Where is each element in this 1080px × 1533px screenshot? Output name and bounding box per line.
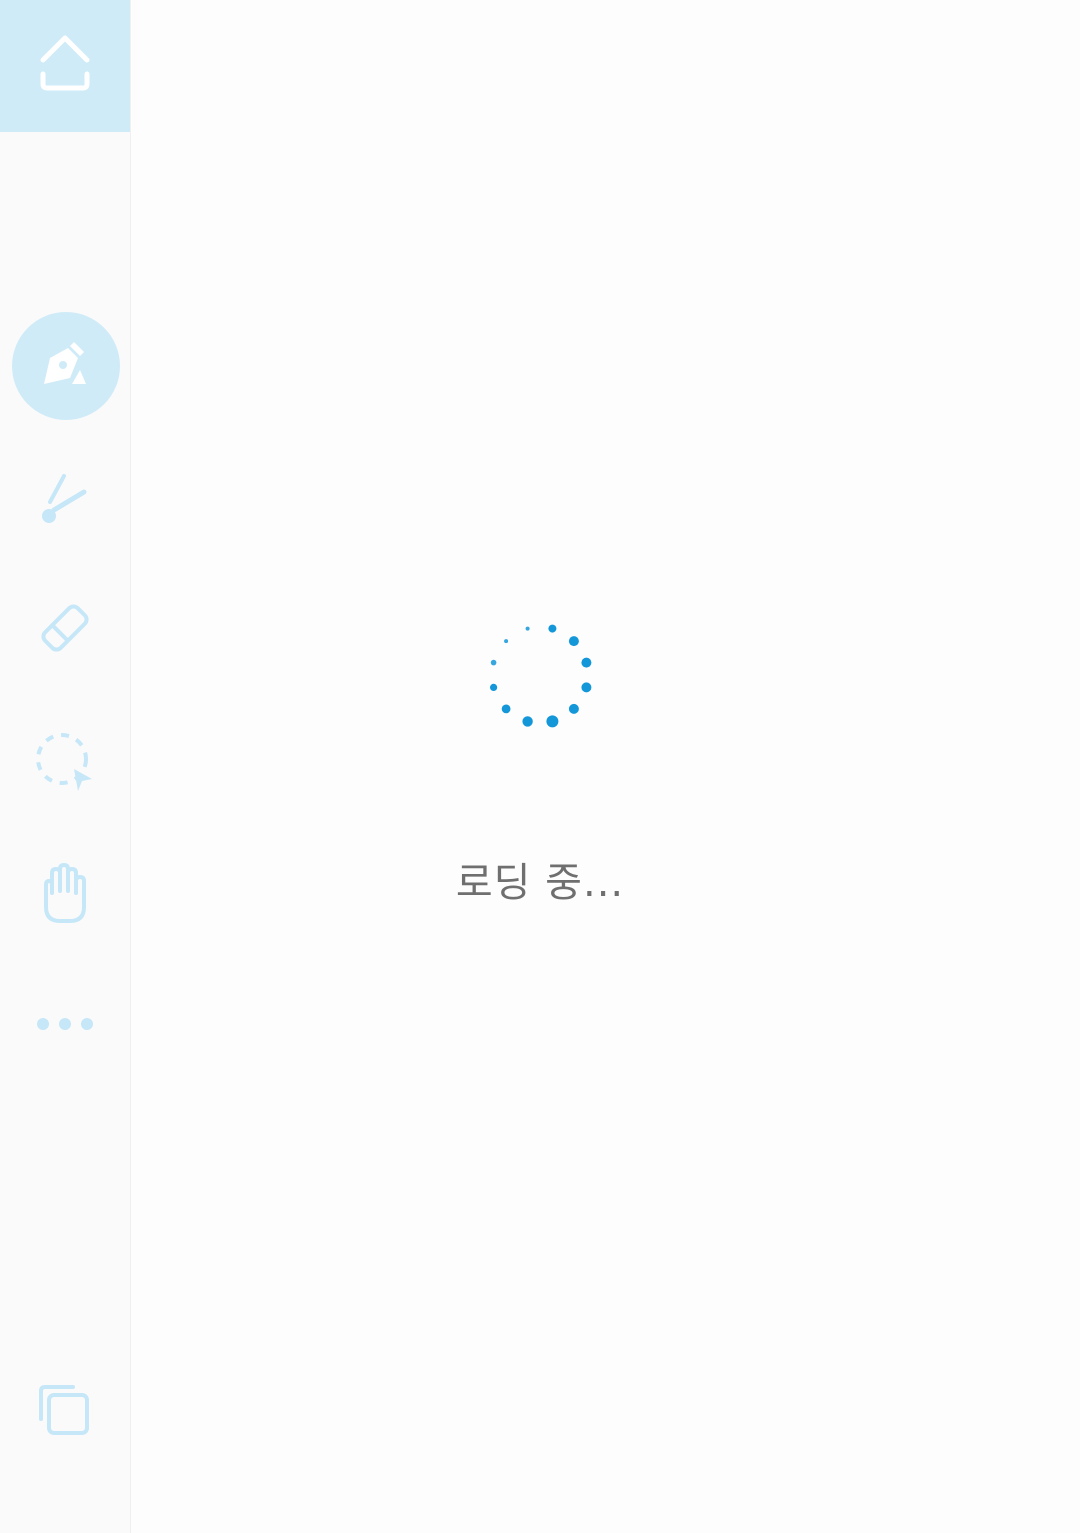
spinner-dot: [490, 659, 497, 666]
more-icon: [35, 1016, 95, 1036]
canvas-area: [131, 0, 1080, 1533]
spinner-dot: [568, 703, 579, 714]
loading-spinner: [480, 615, 600, 735]
spinner-dot: [546, 715, 559, 728]
page-layout-button[interactable]: [0, 1380, 130, 1446]
pen-tool-button[interactable]: [12, 312, 120, 420]
spinner-dot: [490, 683, 498, 691]
lasso-tool-button[interactable]: [0, 728, 130, 800]
spinner-dot: [525, 626, 530, 631]
highlighter-icon: [40, 472, 90, 528]
eraser-tool-button[interactable]: [0, 595, 130, 665]
home-button[interactable]: [0, 0, 130, 132]
highlighter-tool-button[interactable]: [0, 465, 130, 535]
pen-nib-icon: [40, 338, 92, 394]
tool-sidebar: [0, 0, 131, 1533]
spinner-dot: [501, 704, 511, 714]
home-icon: [37, 34, 93, 98]
spinner-dot: [504, 639, 509, 644]
eraser-icon: [38, 601, 92, 659]
spinner-dot: [568, 636, 579, 647]
spinner-dot: [581, 682, 592, 693]
loading-text: 로딩 중...: [455, 860, 625, 906]
page-layout-icon: [37, 1383, 93, 1443]
app-window: 로딩 중...: [0, 0, 1080, 1533]
spinner-dot: [522, 716, 533, 727]
spinner-dot: [548, 624, 557, 633]
more-tools-button[interactable]: [0, 1005, 130, 1047]
spinner-dot: [581, 657, 592, 668]
lasso-select-icon: [34, 731, 96, 797]
